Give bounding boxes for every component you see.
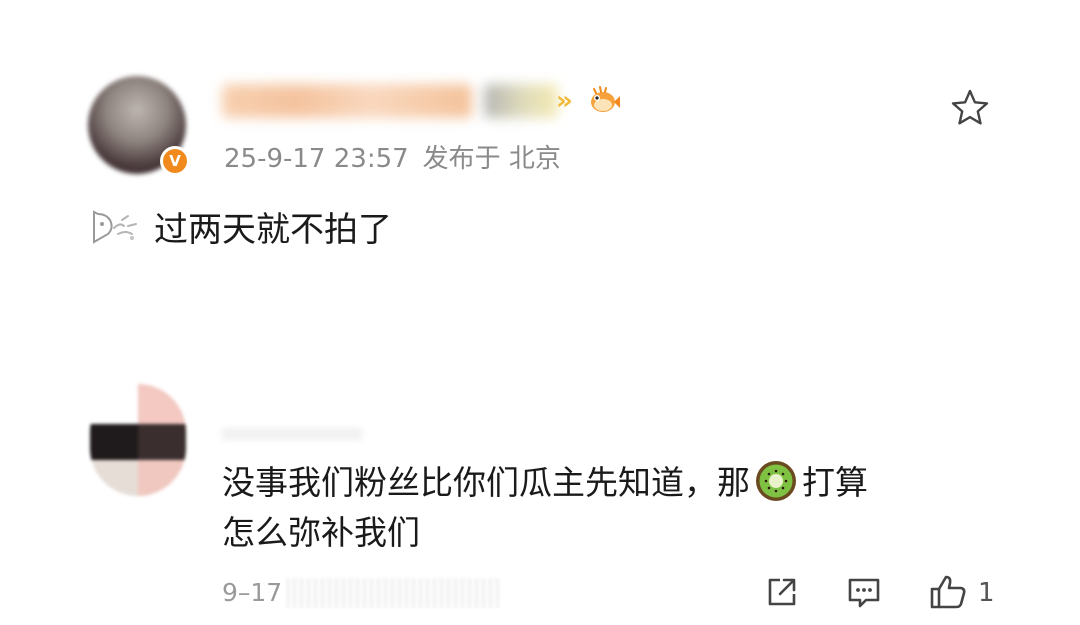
like-icon[interactable]	[928, 574, 968, 610]
pufferfish-icon	[591, 86, 620, 112]
reply-date: 9–17	[222, 578, 283, 607]
reply-avatar[interactable]	[90, 384, 186, 496]
reply-meta-redacted	[286, 578, 500, 608]
post-timestamp: 25-9-17 23:57	[224, 144, 409, 174]
post-text: 过两天就不拍了	[154, 210, 392, 250]
verified-badge-letter: V	[163, 149, 187, 173]
post-meta: 25-9-17 23:57 发布于 北京	[224, 138, 561, 175]
reply-author-redacted[interactable]	[222, 428, 362, 440]
chevron-right-icon: »	[556, 86, 573, 116]
verified-badge-icon: V	[160, 146, 190, 176]
author-name-redacted-2[interactable]	[484, 84, 558, 118]
star-icon[interactable]	[950, 88, 990, 128]
like-count: 1	[978, 578, 995, 608]
reply-text-line1-end: 打算	[802, 463, 868, 502]
reply-text: 没事我们粉丝比你们瓜主先知道，那 打算 怎么弥补我们	[222, 458, 982, 558]
post-location: 发布于 北京	[422, 144, 561, 174]
reply-text-line1: 没事我们粉丝比你们瓜主先知道，那	[222, 463, 750, 502]
emote-icon	[93, 210, 137, 244]
reply-text-line2: 怎么弥补我们	[222, 513, 420, 552]
kiwi-emoji-icon	[756, 461, 796, 501]
share-icon[interactable]	[764, 574, 800, 610]
author-name-redacted[interactable]	[222, 84, 472, 118]
comment-icon[interactable]	[846, 574, 882, 610]
